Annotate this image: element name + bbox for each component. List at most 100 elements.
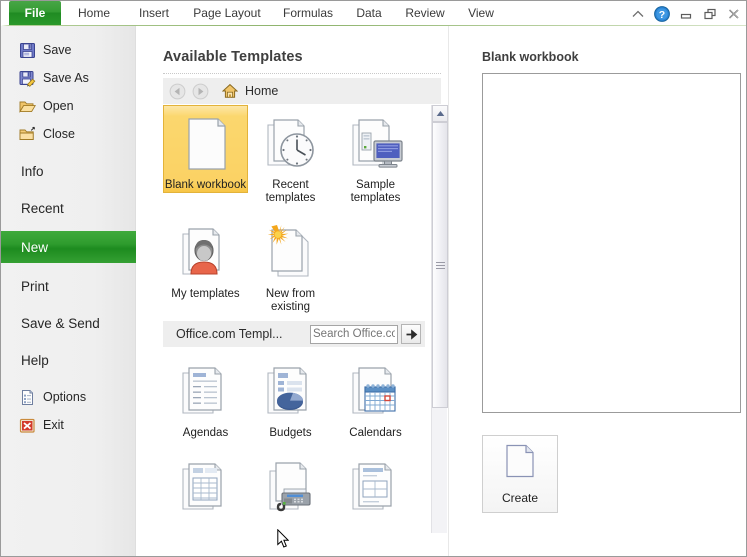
- tab-review-label: Review: [405, 6, 445, 20]
- restore-icon[interactable]: [702, 6, 718, 22]
- template-my-templates[interactable]: My templates: [163, 214, 248, 302]
- tab-insert[interactable]: Insert: [127, 1, 181, 26]
- help-icon[interactable]: ?: [654, 6, 670, 22]
- create-button-label: Create: [501, 490, 539, 505]
- collapse-ribbon-icon[interactable]: [630, 6, 646, 22]
- tab-review[interactable]: Review: [395, 1, 455, 26]
- window-controls: ?: [630, 4, 742, 24]
- tab-view-label: View: [468, 6, 494, 20]
- tab-insert-label: Insert: [138, 6, 169, 20]
- form-document-icon: [345, 457, 407, 519]
- tab-formulas-label: Formulas: [282, 6, 333, 20]
- template-new-from-existing[interactable]: New from existing: [248, 214, 333, 315]
- red-x-icon: [19, 417, 36, 434]
- svg-text:?: ?: [659, 9, 665, 21]
- template-sample-templates[interactable]: Sample templates: [333, 105, 418, 206]
- template-my-templates-label: My templates: [171, 288, 240, 300]
- close-icon[interactable]: [726, 6, 742, 22]
- preview-thumbnail: [482, 73, 741, 413]
- search-submit-button[interactable]: [401, 324, 421, 344]
- sidebar-item-open[interactable]: Open: [1, 92, 135, 120]
- tab-formulas[interactable]: Formulas: [273, 1, 343, 26]
- page-title: Available Templates: [163, 49, 303, 65]
- sidebar-item-help[interactable]: Help: [1, 346, 135, 374]
- sidebar-item-exit-label: Exit: [43, 418, 64, 432]
- tab-home-label: Home: [77, 6, 110, 20]
- scrollbar-grip-icon: [435, 260, 445, 271]
- home-icon[interactable]: [221, 83, 239, 99]
- template-tables[interactable]: [163, 449, 248, 524]
- tab-page-layout[interactable]: Page Layout: [183, 1, 271, 26]
- sidebar-item-exit[interactable]: Exit: [1, 411, 135, 439]
- tab-view[interactable]: View: [457, 1, 505, 26]
- tab-file[interactable]: File: [9, 1, 61, 26]
- sidebar-item-close[interactable]: Close: [1, 120, 135, 148]
- template-calendars[interactable]: Calendars: [333, 353, 418, 441]
- tab-data[interactable]: Data: [345, 1, 393, 26]
- table-document-icon: [175, 457, 237, 519]
- sidebar-item-new-label: New: [21, 239, 49, 255]
- person-pages-icon: [175, 222, 237, 284]
- starburst-page-icon: [260, 222, 322, 284]
- templates-scrollbar[interactable]: [431, 105, 448, 533]
- close-folder-icon: [19, 126, 36, 143]
- options-document-icon: [19, 389, 36, 406]
- blank-page-icon: [505, 444, 535, 483]
- templates-scroll-area: Blank workbook Recent templates Sample t…: [163, 105, 441, 556]
- sidebar-item-save-and-send-label: Save & Send: [21, 315, 100, 331]
- templates-breadcrumb-bar: Home: [163, 78, 441, 104]
- minimize-icon[interactable]: [678, 6, 694, 22]
- active-pointer-chevron-icon: [124, 231, 137, 263]
- sidebar-item-help-label: Help: [21, 352, 49, 368]
- open-folder-icon: [19, 98, 36, 115]
- back-icon[interactable]: [169, 83, 186, 100]
- sidebar-item-recent[interactable]: Recent: [1, 194, 135, 222]
- tab-page-layout-label: Page Layout: [193, 6, 261, 20]
- create-button[interactable]: Create: [482, 435, 558, 513]
- title-divider: [163, 73, 441, 74]
- template-calendars-label: Calendars: [349, 427, 402, 439]
- tab-file-label: File: [24, 6, 46, 20]
- tab-data-label: Data: [356, 6, 382, 20]
- template-row: Blank workbook Recent templates Sample t…: [163, 105, 425, 206]
- sidebar-item-new[interactable]: New: [1, 231, 137, 263]
- monitor-pages-icon: [345, 113, 407, 175]
- sidebar-item-save[interactable]: Save: [1, 36, 135, 64]
- template-agendas-label: Agendas: [182, 427, 229, 439]
- sidebar-item-save-as[interactable]: Save As: [1, 64, 135, 92]
- template-blank-workbook[interactable]: Blank workbook: [163, 105, 248, 193]
- template-forms[interactable]: [333, 449, 418, 524]
- template-row: My templates New from existing: [163, 214, 425, 315]
- search-input[interactable]: [310, 324, 398, 344]
- scroll-up-arrow-icon[interactable]: [432, 105, 448, 122]
- template-sample-templates-label: Sample templates: [350, 179, 401, 204]
- template-agendas[interactable]: Agendas: [163, 353, 248, 441]
- template-budgets[interactable]: Budgets: [248, 353, 333, 441]
- sidebar-item-print[interactable]: Print: [1, 272, 135, 300]
- sidebar-item-open-label: Open: [43, 99, 74, 113]
- blank-page-icon: [175, 113, 237, 175]
- sidebar-item-info-label: Info: [21, 163, 44, 179]
- forward-icon[interactable]: [192, 83, 209, 100]
- sidebar-item-save-label: Save: [43, 43, 72, 57]
- office-search-group: [310, 324, 421, 344]
- sidebar-item-info[interactable]: Info: [1, 157, 135, 185]
- sidebar-item-recent-label: Recent: [21, 200, 64, 216]
- preview-title: Blank workbook: [482, 50, 579, 64]
- scrollbar-thumb[interactable]: [432, 122, 448, 408]
- agenda-document-icon: [175, 361, 237, 423]
- sidebar-item-save-as-label: Save As: [43, 71, 89, 85]
- template-recent-templates[interactable]: Recent templates: [248, 105, 333, 206]
- template-recent-templates-label: Recent templates: [265, 179, 316, 204]
- templates-grid: Blank workbook Recent templates Sample t…: [163, 105, 425, 524]
- sidebar-item-close-label: Close: [43, 127, 75, 141]
- office-com-templates-label: Office.com Templ...: [176, 327, 283, 341]
- sidebar-item-options[interactable]: Options: [1, 383, 135, 411]
- sidebar-item-print-label: Print: [21, 278, 49, 294]
- tab-home[interactable]: Home: [65, 1, 123, 26]
- sidebar-item-options-label: Options: [43, 390, 87, 404]
- floppy-disk-pencil-icon: [19, 70, 36, 87]
- template-faxes[interactable]: [248, 449, 333, 524]
- sidebar-item-save-and-send[interactable]: Save & Send: [1, 309, 135, 337]
- template-new-from-existing-label: New from existing: [265, 288, 316, 313]
